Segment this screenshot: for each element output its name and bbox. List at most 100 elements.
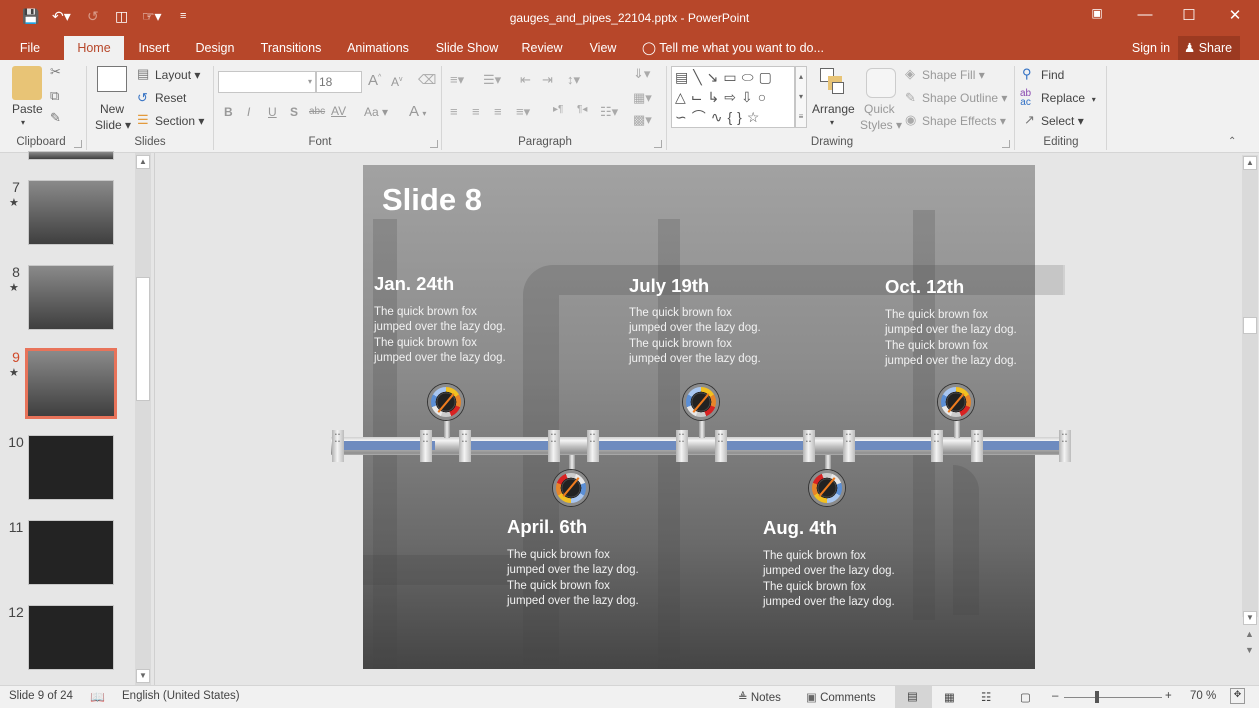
left-brace-icon[interactable]: { [727,109,737,125]
tab-home[interactable]: Home [64,36,124,60]
quick-styles-label[interactable]: Styles ▾ [860,118,902,132]
shape-fill-button[interactable]: Shape Fill ▾ [922,68,985,82]
paragraph-launcher-icon[interactable] [654,140,662,148]
justify-icon[interactable]: ≡▾ [516,104,530,120]
slide-thumbnail-12[interactable] [28,605,114,670]
replace-button[interactable]: Replace ▾ [1041,91,1096,105]
shapes-gallery-scroll[interactable]: ▴ ▾ ≡ [795,66,807,128]
tab-animations[interactable]: Animations [342,36,414,60]
arrange-dropdown-icon[interactable]: ▾ [830,118,834,127]
slide-thumbnail-9-selected[interactable] [25,348,117,419]
shape-outline-button[interactable]: Shape Outline ▾ [922,91,1007,105]
tab-insert[interactable]: Insert [132,36,176,60]
close-icon[interactable]: ✕ [1220,6,1250,28]
zoom-slider-thumb[interactable] [1095,691,1099,703]
shape-effects-button[interactable]: Shape Effects ▾ [922,114,1006,128]
increase-indent-icon[interactable]: ⇥ [542,72,553,88]
font-color-button[interactable]: A ▾ [409,103,426,120]
timeline-pipe[interactable] [331,437,1071,455]
smartart-icon[interactable]: ▩▾ [633,112,652,128]
oval-shape-icon[interactable]: ⬭ [742,69,759,85]
event-description[interactable]: The quick brown fox jumped over the lazy … [763,549,923,611]
scroll-down-button[interactable]: ▼ [1243,611,1257,625]
event-date[interactable]: Oct. 12th [885,276,964,298]
event-date[interactable]: April. 6th [507,516,587,538]
slide[interactable]: Slide 8 Jan. 24th The quick brown fox jum… [331,165,1071,669]
share-button[interactable]: ♟ Share [1178,36,1240,60]
section-button[interactable]: Section ▾ [155,114,204,128]
layout-button[interactable]: Layout ▾ [155,68,200,82]
scroll-thumb[interactable] [136,277,150,401]
normal-view-button[interactable]: ▤ [895,686,932,708]
ltr-icon[interactable]: ▸¶ [553,104,563,115]
language-indicator[interactable]: English (United States) [122,690,240,702]
copy-icon[interactable]: ⧉ [50,88,59,104]
thumbnail-scrollbar[interactable]: ▲ ▼ [135,153,151,685]
arrange-button[interactable]: Arrange [812,102,855,116]
slide-title[interactable]: Slide 8 [382,182,482,218]
paste-button[interactable]: Paste [12,102,43,116]
slide-thumbnail-10[interactable] [28,435,114,500]
slide-counter[interactable]: Slide 9 of 24 [9,690,73,702]
down-arrow-shape-icon[interactable]: ⇩ [741,89,758,105]
rtl-icon[interactable]: ¶◂ [577,104,587,115]
shadow-button[interactable]: S [290,105,298,119]
minimize-icon[interactable]: — [1130,6,1160,28]
scroll-up-button[interactable]: ▲ [1243,156,1257,170]
maximize-icon[interactable]: ☐ [1174,6,1204,28]
line-shape-icon[interactable]: ╲ [693,69,706,85]
align-text-icon[interactable]: ▦▾ [633,90,652,106]
slide-sorter-icon[interactable]: ▦ [944,690,955,704]
elbow-arrow-icon[interactable]: ↳ [708,89,725,105]
paste-dropdown-icon[interactable]: ▾ [21,118,25,127]
zoom-level[interactable]: 70 % [1190,690,1216,702]
notes-button[interactable]: ≜ Notes [738,690,781,704]
ribbon-display-options-icon[interactable]: ▣ [1082,6,1112,28]
spell-check-icon[interactable]: 📖 [90,690,105,704]
rounded-rect-shape-icon[interactable]: ▢ [759,69,777,85]
pressure-gauge-icon[interactable] [683,384,719,420]
font-launcher-icon[interactable] [430,140,438,148]
clipboard-launcher-icon[interactable] [74,140,82,148]
quick-styles-button[interactable]: Quick [864,102,895,116]
find-button[interactable]: Find [1041,68,1064,82]
tab-design[interactable]: Design [190,36,240,60]
fit-to-window-icon[interactable]: ✥ [1230,688,1245,704]
align-left-icon[interactable]: ≡ [450,104,458,119]
new-slide-label[interactable]: Slide ▾ [95,118,131,132]
slide-scrollbar[interactable]: ▲ ▼ ▲ ▼ [1240,153,1259,685]
rectangle-shape-icon[interactable]: ▭ [723,69,741,85]
format-painter-icon[interactable]: ✎ [50,110,61,126]
comments-button[interactable]: ▣ Comments [806,690,876,704]
tell-me-box[interactable]: ◯ Tell me what you want to do... [642,36,832,60]
scroll-up-button[interactable]: ▲ [136,155,150,169]
next-slide-icon[interactable]: ▼ [1245,645,1254,655]
align-right-icon[interactable]: ≡ [494,104,502,119]
font-name-dropdown-icon[interactable]: ▾ [304,72,316,92]
drawing-launcher-icon[interactable] [1002,140,1010,148]
slide-thumbnail-11[interactable] [28,520,114,585]
pressure-gauge-icon[interactable] [553,470,589,506]
tab-transitions[interactable]: Transitions [256,36,326,60]
slide-thumbnail-6-partial[interactable] [28,151,114,160]
arc-shape-icon[interactable]: ⌒ [692,109,711,125]
text-box-shape-icon[interactable]: ▤ [675,69,693,85]
event-date[interactable]: Aug. 4th [763,517,837,539]
text-direction-icon[interactable]: ⇓▾ [633,66,650,82]
scroll-thumb[interactable] [1243,317,1257,334]
star-shape-icon[interactable]: ☆ [747,109,765,125]
slide-thumbnail-7[interactable] [28,180,114,245]
zoom-out-button[interactable]: – [1052,690,1058,702]
collapse-ribbon-icon[interactable]: ⌃ [1228,136,1236,147]
italic-button[interactable]: I [247,105,250,119]
event-date[interactable]: July 19th [629,275,709,297]
zoom-slider[interactable] [1064,697,1162,698]
slide-show-icon[interactable]: ▢ [1020,690,1031,704]
decrease-indent-icon[interactable]: ⇤ [520,72,531,88]
zoom-in-button[interactable]: + [1165,690,1172,702]
event-description[interactable]: The quick brown fox jumped over the lazy … [629,306,789,368]
new-slide-button[interactable]: New [100,102,124,116]
sign-in-link[interactable]: Sign in [1128,36,1174,60]
triangle-shape-icon[interactable]: △ [675,89,691,105]
freeform-shape-icon[interactable]: ○ [758,89,771,105]
